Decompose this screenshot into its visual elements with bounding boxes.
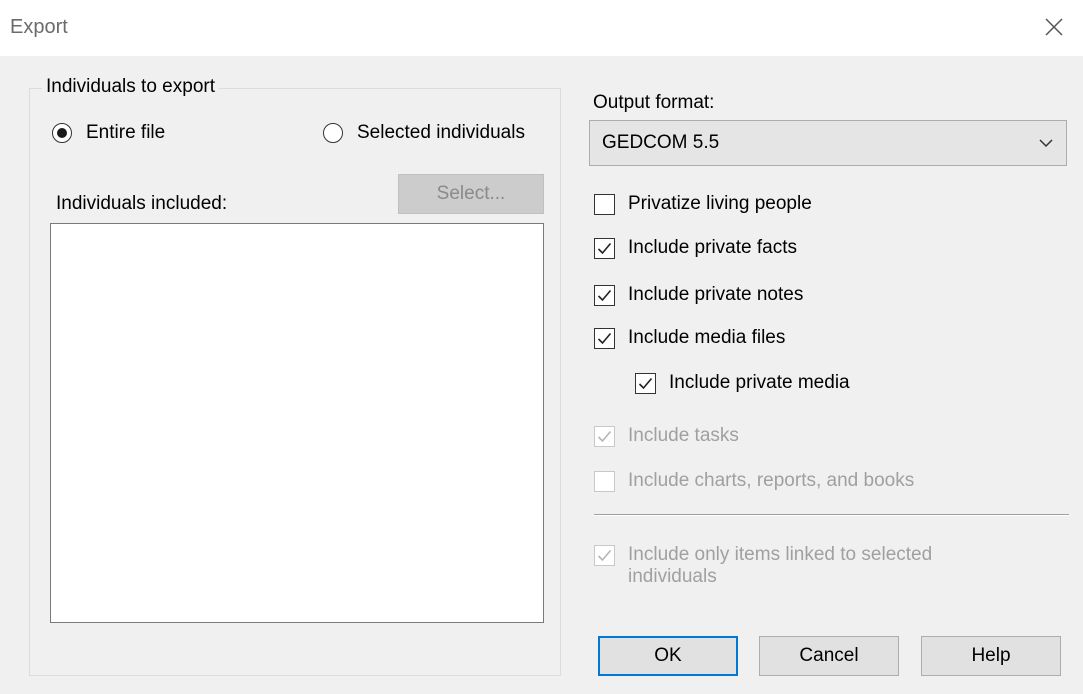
output-format-label: Output format:	[593, 92, 715, 113]
include-private-notes-label: Include private notes	[628, 284, 804, 305]
checkbox-unchecked-icon	[594, 193, 615, 215]
ok-button[interactable]: OK	[598, 636, 738, 676]
checkbox-unchecked-disabled-icon	[594, 470, 615, 492]
individuals-group-legend: Individuals to export	[42, 76, 219, 98]
checkbox-checked-icon	[594, 327, 615, 349]
include-linked-only-label: Include only items linked to selected in…	[628, 544, 932, 588]
radio-unchecked-icon	[323, 123, 343, 143]
selected-individuals-radio[interactable]: Selected individuals	[323, 122, 525, 144]
include-private-notes-checkbox[interactable]: Include private notes	[594, 284, 803, 306]
include-tasks-label: Include tasks	[628, 425, 739, 446]
include-tasks-checkbox: Include tasks	[594, 425, 739, 447]
individuals-listbox[interactable]	[50, 223, 544, 623]
checkbox-checked-disabled-icon	[594, 425, 615, 447]
include-linked-only-label-line1: Include only items linked to selected	[628, 544, 933, 565]
entire-file-radio[interactable]: Entire file	[52, 122, 165, 144]
entire-file-label: Entire file	[86, 122, 166, 143]
checkbox-checked-icon	[594, 284, 615, 306]
include-private-facts-checkbox[interactable]: Include private facts	[594, 237, 797, 259]
privatize-living-checkbox[interactable]: Privatize living people	[594, 193, 812, 215]
close-icon[interactable]	[1039, 12, 1069, 42]
checkbox-checked-icon	[635, 372, 656, 394]
include-charts-checkbox: Include charts, reports, and books	[594, 470, 914, 492]
options-divider	[594, 514, 1069, 516]
help-button[interactable]: Help	[921, 636, 1061, 676]
title-bar: Export	[0, 0, 1083, 56]
include-linked-only-label-line2: individuals	[628, 566, 717, 587]
output-format-dropdown[interactable]: GEDCOM 5.5	[589, 120, 1067, 166]
include-private-media-label: Include private media	[669, 372, 850, 393]
radio-checked-icon	[52, 123, 72, 143]
cancel-button[interactable]: Cancel	[759, 636, 899, 676]
chevron-down-icon	[1038, 132, 1054, 154]
include-linked-only-checkbox: Include only items linked to selected in…	[594, 544, 932, 588]
checkbox-checked-icon	[594, 237, 615, 259]
checkbox-checked-disabled-icon	[594, 545, 615, 566]
output-format-value: GEDCOM 5.5	[602, 132, 720, 153]
include-charts-label: Include charts, reports, and books	[628, 470, 915, 491]
include-media-files-checkbox[interactable]: Include media files	[594, 327, 785, 349]
select-button[interactable]: Select...	[398, 174, 544, 214]
selected-individuals-label: Selected individuals	[357, 122, 525, 143]
privatize-living-label: Privatize living people	[628, 193, 812, 214]
include-media-files-label: Include media files	[628, 327, 786, 348]
include-private-media-checkbox[interactable]: Include private media	[635, 372, 850, 394]
include-private-facts-label: Include private facts	[628, 237, 797, 258]
individuals-included-label: Individuals included:	[56, 193, 228, 214]
window-title: Export	[10, 16, 68, 38]
